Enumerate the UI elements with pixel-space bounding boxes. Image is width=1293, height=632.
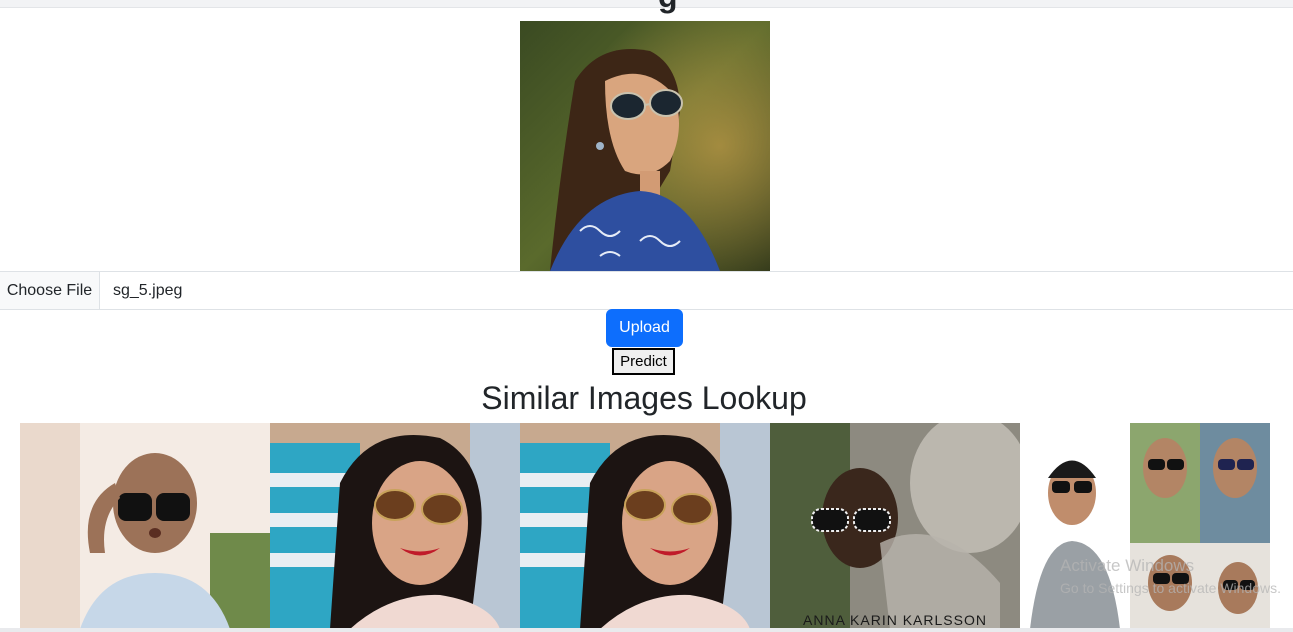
page-heading-fragment: g [658, 0, 678, 14]
selected-file-name: sg_5.jpeg [113, 282, 183, 299]
predict-button[interactable]: Predict [612, 348, 675, 375]
result-image-4-caption: ANNA KARIN KARLSSON [803, 612, 987, 628]
result-image-3 [520, 423, 770, 629]
upload-button[interactable]: Upload [606, 309, 683, 347]
uploaded-image-preview [520, 21, 770, 271]
watermark-title: Activate Windows [1060, 556, 1195, 575]
choose-file-button[interactable]: Choose File [0, 272, 100, 309]
result-image-5 [1020, 423, 1270, 629]
bottom-border [0, 628, 1293, 632]
result-image-1 [20, 423, 270, 629]
result-image-4: ANNA KARIN KARLSSON [770, 423, 1020, 629]
result-image-2 [270, 423, 520, 629]
similar-images-title: Similar Images Lookup [481, 380, 807, 416]
watermark-subtitle: Go to Settings to activate Windows. [1060, 580, 1281, 596]
file-input[interactable]: Choose File sg_5.jpeg [0, 271, 1293, 310]
page-heading-clipped: g [628, 0, 692, 14]
